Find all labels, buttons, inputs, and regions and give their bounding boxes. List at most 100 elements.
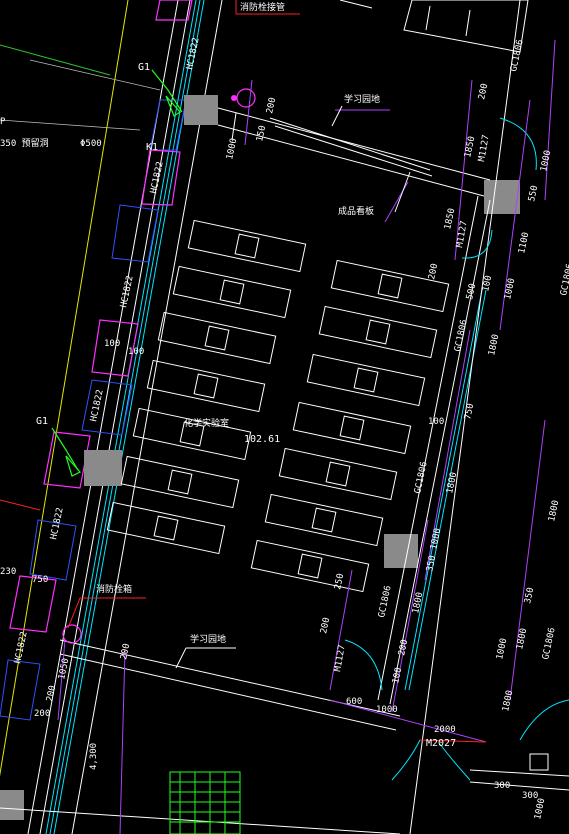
g1-marker-mid xyxy=(51,427,81,477)
dimension-value: 350 xyxy=(425,555,438,573)
dimension-value: 100 xyxy=(481,275,494,293)
label-door-m2027: M2027 xyxy=(426,738,456,749)
label-door-m1127-bottom: M1127 xyxy=(333,644,348,672)
label-fire-hydrant-bottom: 消防栓箱 xyxy=(96,583,132,595)
dimension-value: 4,300 xyxy=(89,743,99,770)
label-phi500: Φ500 xyxy=(80,139,102,149)
ref-line-white-2 xyxy=(0,119,141,131)
dimension-value: 300 xyxy=(522,791,538,801)
dimension-value: 1800 xyxy=(487,333,501,356)
label-door-m1127-top: M1127 xyxy=(477,134,492,162)
bottom-right-wall-2 xyxy=(469,781,569,791)
top-right-cabinet xyxy=(339,0,529,53)
column-top xyxy=(184,95,218,125)
label-window-gc1806-c: GC1806 xyxy=(413,461,430,495)
dimension-value: 100 xyxy=(104,339,120,349)
g1-marker-top xyxy=(151,69,183,117)
label-window-gc1806-f: GC1806 xyxy=(559,263,569,297)
door-arc-bottom-right xyxy=(519,699,569,741)
dimension-value: 550 xyxy=(527,185,540,203)
stair-treads xyxy=(169,771,241,834)
dimension-value: 1000 xyxy=(503,277,517,300)
dimension-value: 1000 xyxy=(495,637,509,660)
dimension-value: 200 xyxy=(265,97,278,115)
left-wall xyxy=(27,0,223,834)
label-g1-top: G1 xyxy=(138,62,150,73)
dimension-value: 1800 xyxy=(501,689,515,712)
column-bottom-left xyxy=(0,790,24,820)
label-window-hc1822-c: HC1822 xyxy=(119,275,136,309)
dimension-value: 1000 xyxy=(429,527,443,550)
dimension-value: 1800 xyxy=(547,499,561,522)
dimension-value: 100 xyxy=(428,417,444,427)
dimension-value: 1800 xyxy=(445,471,459,494)
dimension-value: 200 xyxy=(427,263,440,281)
dimension-value: 300 xyxy=(494,781,510,791)
dimension-value: 100 xyxy=(128,347,144,357)
label-g1-mid: G1 xyxy=(36,416,48,427)
dimension-value: 600 xyxy=(346,697,362,707)
dimension-value: 750 xyxy=(463,403,476,421)
dimension-value: 1100 xyxy=(517,231,531,254)
dimension-value: 1800 xyxy=(515,627,529,650)
dimension-value: 1000 xyxy=(539,149,553,172)
leader-study-top xyxy=(331,105,343,127)
cad-viewport[interactable]: 消防栓接管 学习园地 成品看板 化学实验室 102.61 消防栓箱 学习园地 G… xyxy=(0,0,569,834)
dimension-value: 750 xyxy=(32,575,48,585)
dimension-value: 200 xyxy=(34,709,50,719)
door-arc-m2027-left xyxy=(391,739,421,781)
label-room-name: 化学实验室 xyxy=(184,417,229,429)
column-right-mid xyxy=(384,534,418,568)
column-left-mid xyxy=(84,450,122,486)
dimension-value: 100 xyxy=(391,667,404,685)
label-fire-hydrant-top: 消防栓接管 xyxy=(240,1,285,13)
door-arc-bottom xyxy=(344,639,383,691)
right-wall xyxy=(377,0,521,834)
grid-line-green xyxy=(0,44,111,76)
left-window-bays xyxy=(0,0,193,721)
floor-plan-drawing: 消防栓接管 学习园地 成品看板 化学实验室 102.61 消防栓箱 学习园地 G… xyxy=(0,0,569,834)
small-fixture-box xyxy=(529,753,549,771)
grid-line-yellow xyxy=(0,0,129,777)
label-study-area-bottom: 学习园地 xyxy=(190,633,226,645)
label-window-gc1806-e: GC1806 xyxy=(541,627,558,661)
label-p: P xyxy=(0,117,6,127)
dimension-value: 1850 xyxy=(463,135,477,158)
hydrant-symbol-bottom xyxy=(62,624,82,644)
dimension-value: 350 xyxy=(523,587,536,605)
dimension-value: 1000 xyxy=(225,137,239,160)
dimension-value: 1800 xyxy=(411,591,425,614)
label-hole-350: 350 预留洞 xyxy=(0,137,49,149)
dimension-value: 1000 xyxy=(376,705,398,715)
label-window-hc1822-a: HC1822 xyxy=(185,37,202,71)
dimension-value: 200 xyxy=(119,643,132,661)
bottom-right-wall xyxy=(469,769,569,777)
leader-left-red xyxy=(0,499,41,511)
dimension-value: 200 xyxy=(45,685,58,703)
top-wall xyxy=(217,107,491,197)
label-window-hc1822-f: HC1822 xyxy=(13,631,30,665)
door-arc-top-right xyxy=(499,117,537,171)
label-window-hc1822-b: HC1822 xyxy=(149,161,166,195)
dimension-value: 200 xyxy=(319,617,332,635)
dimension-value: 150 xyxy=(255,125,268,143)
dimension-value: 500 xyxy=(465,283,478,301)
label-k1: K1 xyxy=(146,142,158,153)
label-window-gc1806-a: GC1806 xyxy=(509,39,526,73)
label-door-m1127-mid: M1127 xyxy=(455,220,470,248)
dimension-value: 230 xyxy=(0,567,16,577)
dimension-value: 2000 xyxy=(434,725,456,735)
label-window-gc1806-d: GC1806 xyxy=(377,585,394,619)
dimension-value: 200 xyxy=(477,83,490,101)
leader-display-board xyxy=(394,171,411,213)
dimension-value: 200 xyxy=(397,639,410,657)
door-arc-m2027-right xyxy=(439,743,471,781)
dimension-value: 1850 xyxy=(443,207,457,230)
hydrant-symbol-top xyxy=(236,88,256,108)
leader-study-bottom xyxy=(175,647,187,669)
hydrant-dot xyxy=(231,95,237,101)
column-right-top xyxy=(484,180,520,214)
label-elevation: 102.61 xyxy=(244,434,280,445)
label-display-board: 成品看板 xyxy=(338,205,374,217)
label-study-area-top: 学习园地 xyxy=(344,93,380,105)
